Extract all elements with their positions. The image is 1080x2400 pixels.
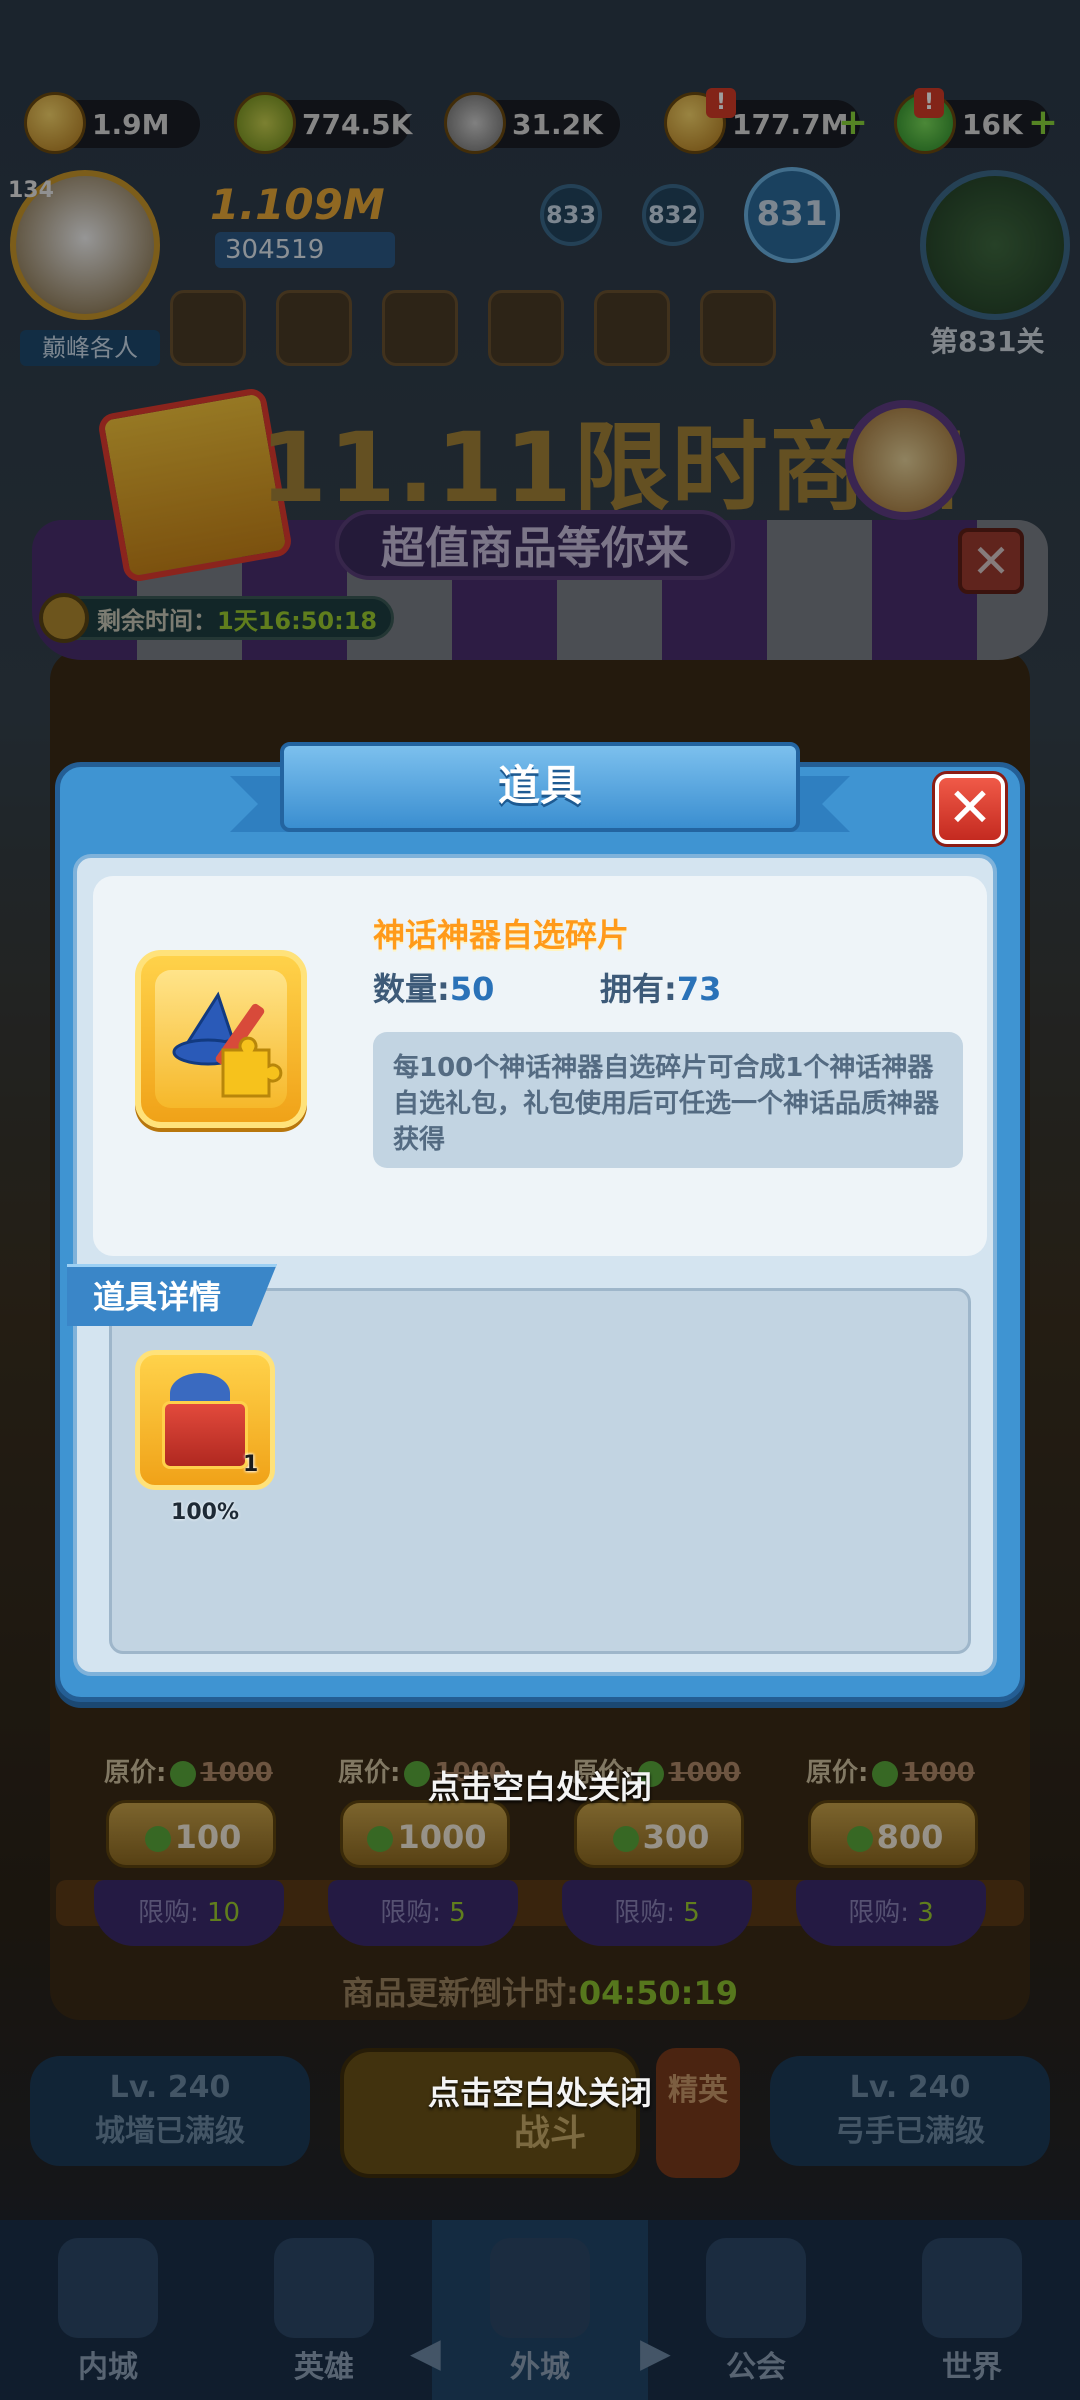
dialog-title: 道具 [497,761,582,810]
item-name: 神话神器自选碎片 [373,916,630,954]
artifact-fragment-icon [135,950,307,1128]
item-detail-tab: 道具详情 [67,1264,277,1326]
treasure-chest-icon [162,1401,248,1469]
item-quantity: 数量:50 [373,964,494,1010]
item-icon-inner [155,970,287,1108]
owned-value: 73 [676,970,722,1008]
item-description: 每100个神话神器自选碎片可合成1个神话神器自选礼包，礼包使用后可任选一个神话品… [373,1032,963,1168]
dialog-title-ribbon: 道具 [230,742,850,842]
owned-label: 拥有: [600,970,677,1008]
tap-to-close-hint[interactable]: 点击空白处关闭 [0,2068,1080,2114]
item-owned: 拥有:73 [600,964,721,1010]
reward-count: 1 [243,1452,259,1477]
close-button[interactable]: ✕ [935,774,1005,844]
quantity-value: 50 [449,970,495,1008]
item-dialog: 道具 ✕ 神话神器自选碎片 数量:50 拥有:73 每100个神话神器自选碎片可… [55,742,1025,1702]
quantity-label: 数量: [373,970,450,1008]
wizard-hat-puzzle-icon [172,991,283,1098]
tap-to-close-hint[interactable]: 点击空白处关闭 [0,1762,1080,1808]
reward-drop-rate: 100% [171,1500,239,1525]
